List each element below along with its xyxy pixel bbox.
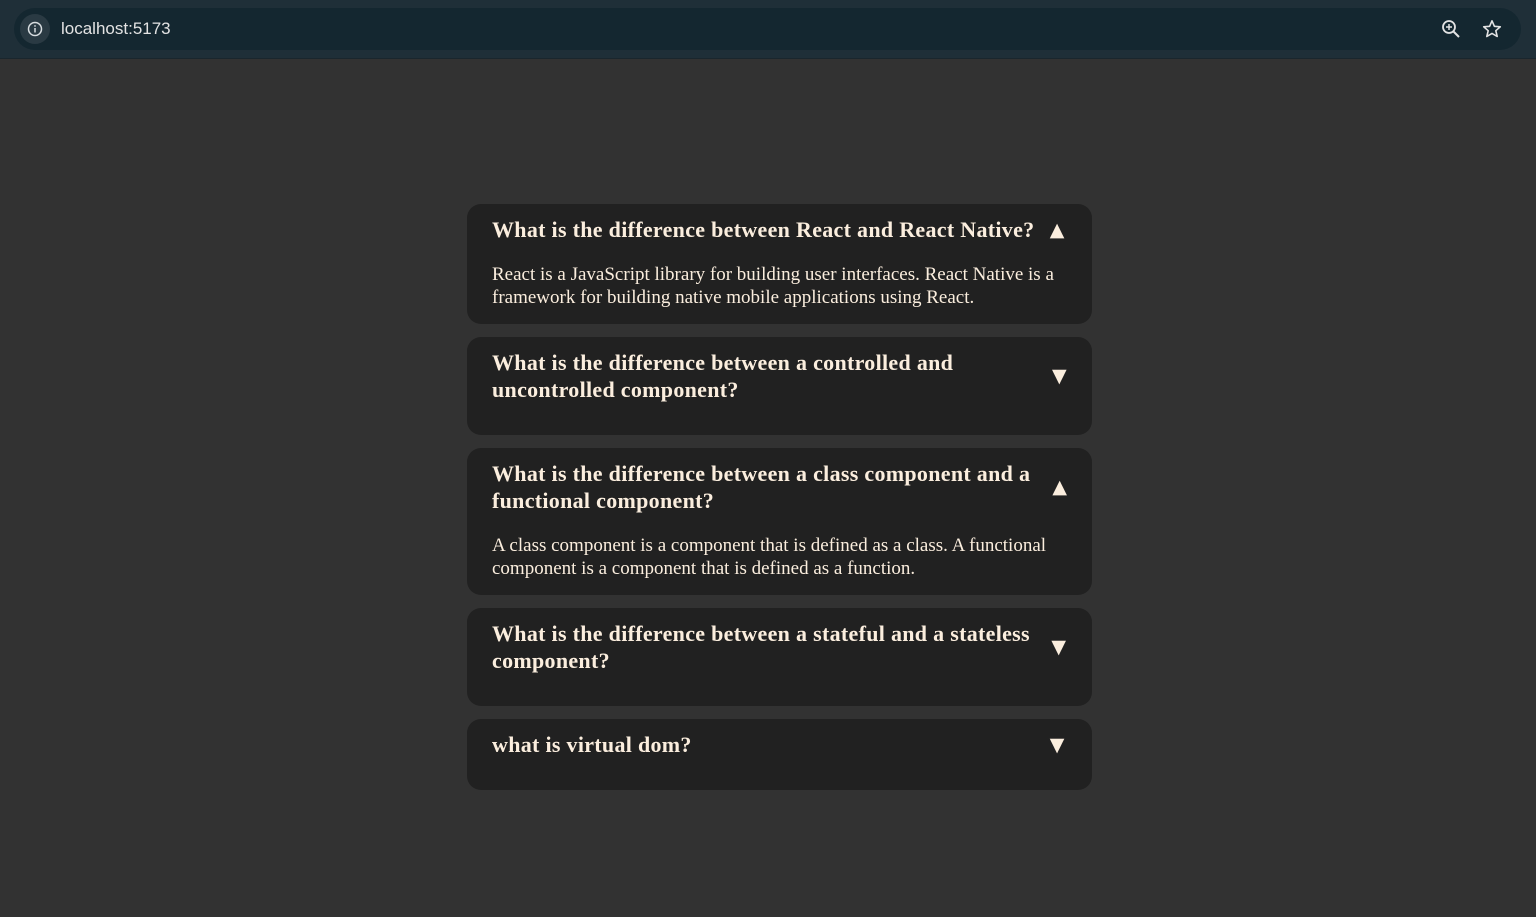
expand-arrow-icon[interactable]: ▼ (1052, 365, 1067, 387)
collapse-arrow-icon[interactable]: ▲ (1052, 476, 1067, 498)
browser-toolbar: localhost:5173 (0, 0, 1536, 59)
faq-item[interactable]: What is the difference between a control… (467, 337, 1092, 435)
faq-item[interactable]: What is the difference between a class c… (467, 448, 1092, 595)
faq-answer: React is a JavaScript library for buildi… (492, 264, 1054, 308)
faq-header[interactable]: What is the difference between a statefu… (492, 620, 1067, 674)
faq-header[interactable]: what is virtual dom? ▼ (492, 731, 1067, 758)
faq-question: What is the difference between React and… (492, 217, 1035, 242)
collapse-arrow-icon[interactable]: ▲ (1047, 219, 1067, 241)
url-text[interactable]: localhost:5173 (61, 18, 171, 40)
expand-arrow-icon[interactable]: ▼ (1050, 636, 1067, 658)
faq-item[interactable]: what is virtual dom? ▼ (467, 719, 1092, 790)
faq-accordion: What is the difference between React and… (467, 204, 1092, 803)
faq-item[interactable]: What is the difference between React and… (467, 204, 1092, 324)
site-info-icon[interactable] (20, 14, 50, 44)
zoom-icon[interactable] (1439, 17, 1463, 41)
faq-header[interactable]: What is the difference between a class c… (492, 460, 1067, 514)
faq-header[interactable]: What is the difference between React and… (492, 216, 1067, 243)
expand-arrow-icon[interactable]: ▼ (1047, 734, 1067, 756)
faq-question: What is the difference between a class c… (492, 461, 1031, 513)
faq-answer: A class component is a component that is… (492, 535, 1047, 579)
faq-question: What is the difference between a control… (492, 350, 954, 402)
address-bar[interactable]: localhost:5173 (14, 8, 1521, 50)
faq-header[interactable]: What is the difference between a control… (492, 349, 1067, 403)
bookmark-star-icon[interactable] (1480, 17, 1504, 41)
faq-question: what is virtual dom? (492, 732, 692, 757)
faq-item[interactable]: What is the difference between a statefu… (467, 608, 1092, 706)
faq-question: What is the difference between a statefu… (492, 621, 1030, 673)
